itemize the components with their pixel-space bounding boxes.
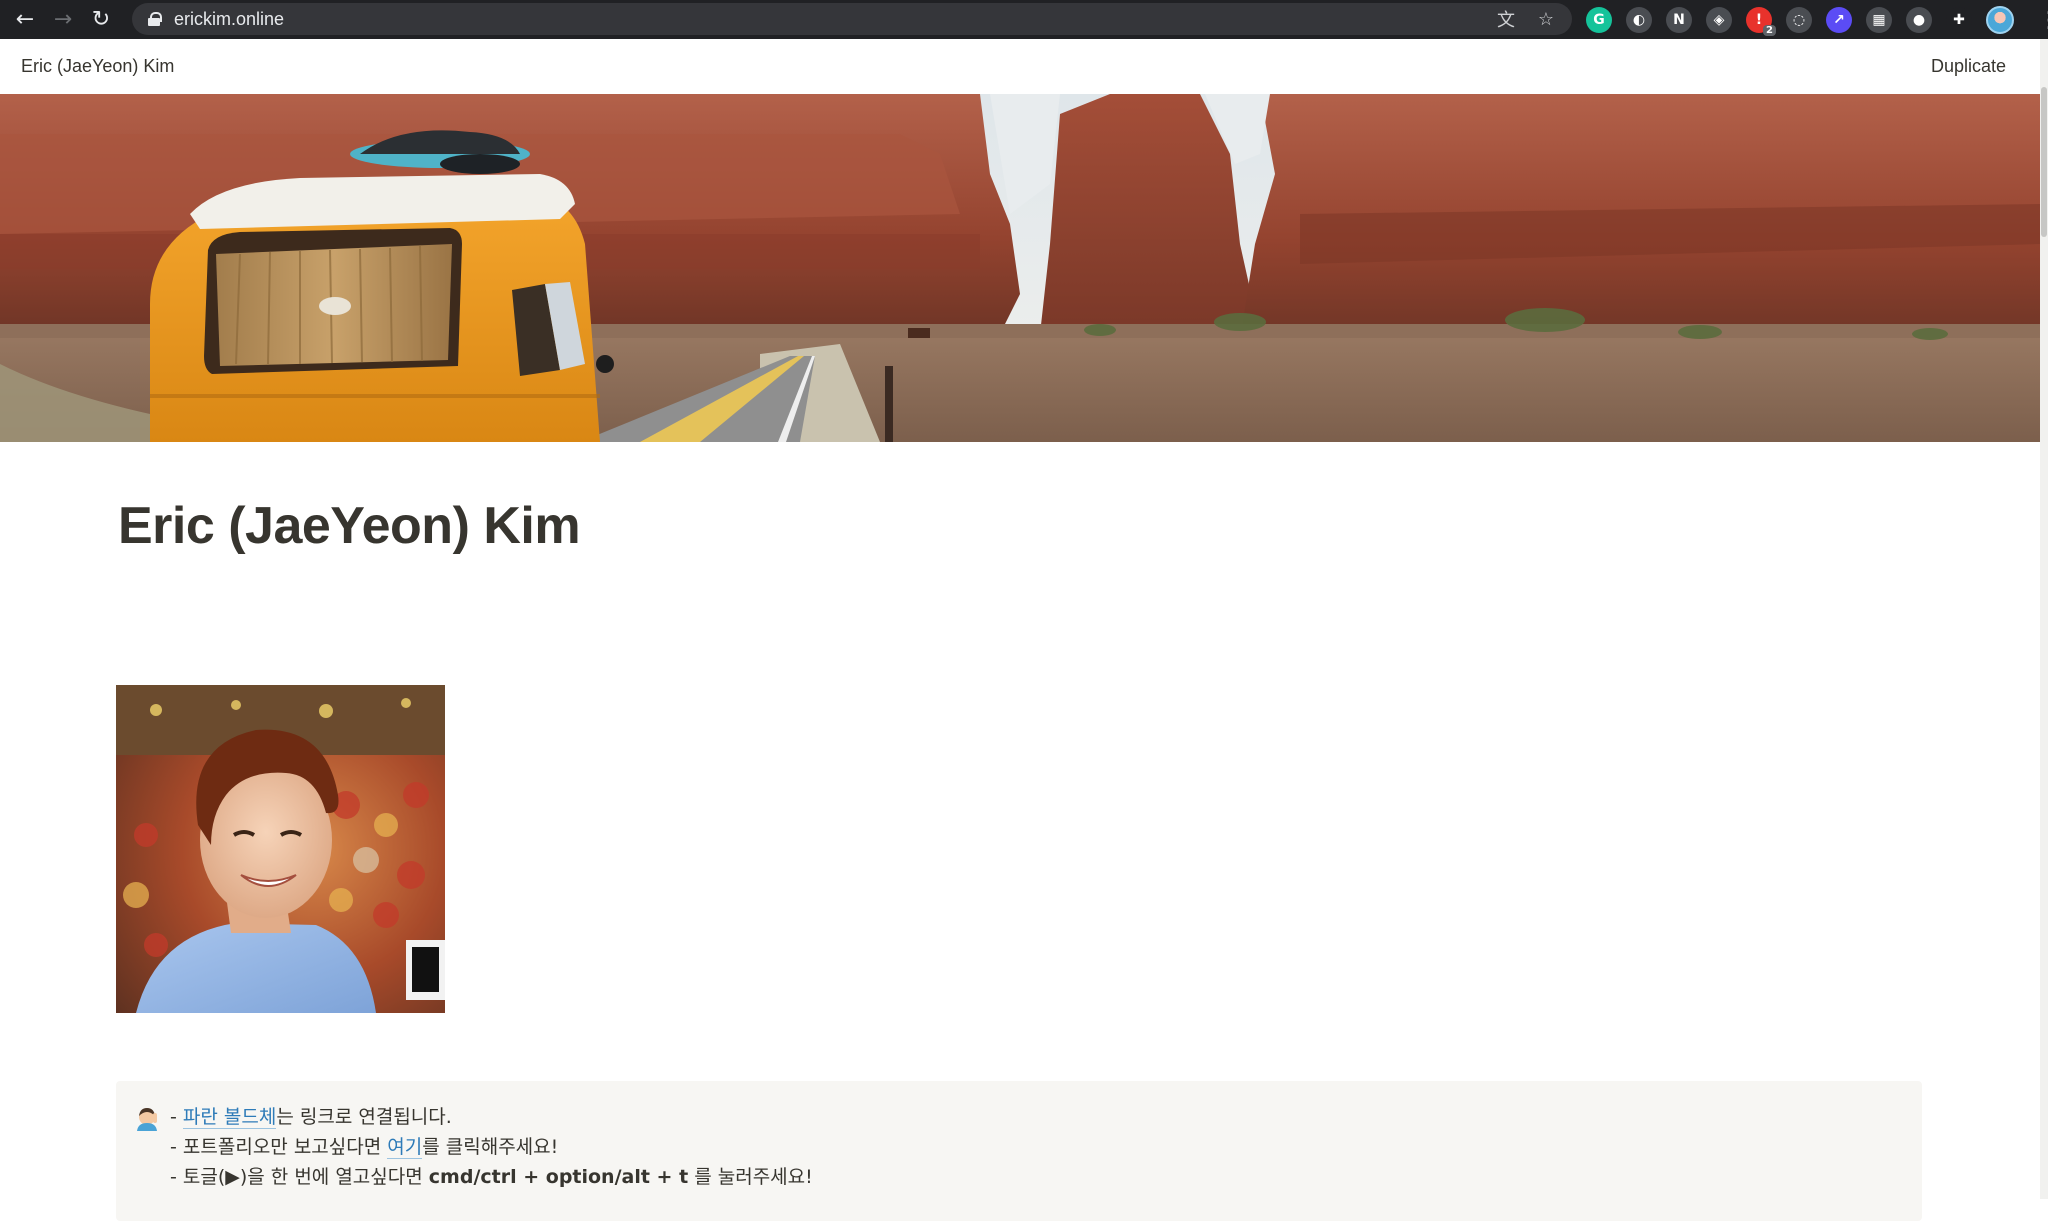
callout-text: - 토글(▶)을 한 번에 열고싶다면 xyxy=(170,1166,429,1188)
extensions-bar: G ◐ N ◈ !2 ◌ ↗ ▦ ● ✚ ⋮ xyxy=(1586,4,2048,36)
toggle-shortcut: cmd/ctrl + option/alt + t xyxy=(428,1166,689,1188)
white-circle-extension-icon[interactable]: ● xyxy=(1906,7,1932,33)
callout-line-3: - 토글(▶)을 한 번에 열고싶다면 cmd/ctrl + option/al… xyxy=(170,1162,813,1192)
grid-extension-icon[interactable]: ▦ xyxy=(1866,7,1892,33)
callout-text: 를 클릭해주세요! xyxy=(422,1136,559,1158)
profile-avatar[interactable] xyxy=(1986,6,2014,34)
page-scrollbar[interactable] xyxy=(2040,39,2048,1199)
extension-icon-2[interactable]: ◐ xyxy=(1626,7,1652,33)
forward-icon[interactable]: → xyxy=(50,7,76,33)
translate-icon[interactable]: 文 xyxy=(1494,7,1518,31)
grammarly-extension-icon[interactable]: G xyxy=(1586,7,1612,33)
lock-icon[interactable] xyxy=(148,12,162,26)
blue-bold-link[interactable]: 파란 볼드체 xyxy=(182,1106,277,1129)
portfolio-link[interactable]: 여기 xyxy=(387,1136,423,1159)
address-bar[interactable]: erickim.online 文 ☆ xyxy=(132,3,1572,35)
duplicate-button[interactable]: Duplicate xyxy=(1931,56,2006,77)
browser-toolbar: ← → ↻ erickim.online 文 ☆ G ◐ N ◈ !2 ◌ ↗ ▦ ● ✚ ⋮ xyxy=(0,0,2048,39)
layers-extension-icon[interactable]: ◈ xyxy=(1706,7,1732,33)
red-extension-icon[interactable]: ! 2 xyxy=(1746,7,1776,36)
cover-image xyxy=(0,94,2040,442)
callout-text: 를 눌러주세요! xyxy=(688,1166,813,1188)
callout-text: - xyxy=(170,1106,183,1128)
profile-photo[interactable] xyxy=(116,685,445,1013)
person-raising-hand-icon xyxy=(137,1108,157,1131)
callout-block: - 파란 볼드체는 링크로 연결됩니다. - 포트폴리오만 보고싶다면 여기를 … xyxy=(116,1081,1922,1221)
reload-icon[interactable]: ↻ xyxy=(88,7,114,33)
callout-line-2: - 포트폴리오만 보고싶다면 여기를 클릭해주세요! xyxy=(170,1132,813,1162)
callout-text: 는 링크로 연결됩니다. xyxy=(276,1106,452,1128)
notion-web-clipper-icon[interactable]: N xyxy=(1666,7,1692,33)
page-title: Eric (JaeYeon) Kim xyxy=(118,497,581,555)
extension-badge: 2 xyxy=(1763,25,1776,36)
url-text[interactable]: erickim.online xyxy=(174,9,284,30)
callout-line-1: - 파란 볼드체는 링크로 연결됩니다. xyxy=(170,1102,813,1132)
browser-menu-icon[interactable]: ⋮ xyxy=(2038,8,2048,33)
puzzle-extensions-icon[interactable]: ✚ xyxy=(1946,7,1972,33)
back-icon[interactable]: ← xyxy=(12,7,38,33)
bookmark-star-icon[interactable]: ☆ xyxy=(1534,7,1558,31)
breadcrumb-page-title[interactable]: Eric (JaeYeon) Kim xyxy=(21,56,174,77)
notion-topbar: Eric (JaeYeon) Kim Duplicate xyxy=(0,39,2040,94)
scrollbar-thumb[interactable] xyxy=(2041,87,2047,237)
callout-text: - 포트폴리오만 보고싶다면 xyxy=(170,1136,388,1158)
sync-extension-icon[interactable]: ◌ xyxy=(1786,7,1812,33)
purple-extension-icon[interactable]: ↗ xyxy=(1826,7,1852,33)
